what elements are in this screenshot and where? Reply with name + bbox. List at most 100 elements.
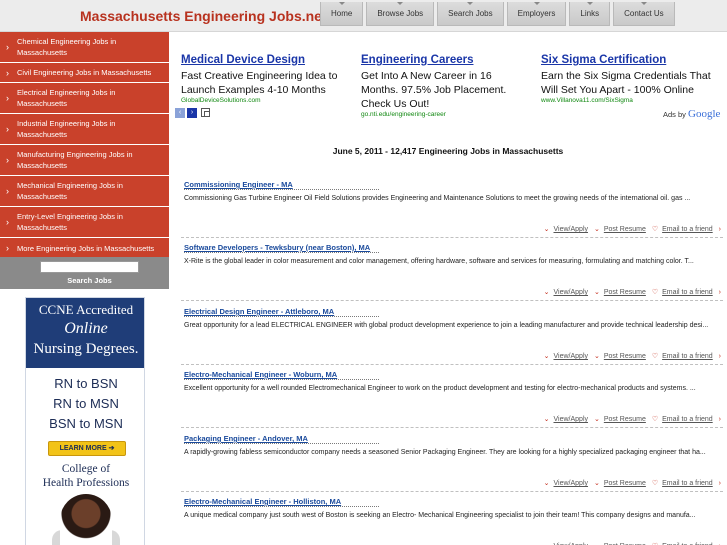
- sidebar-item-entry-level[interactable]: › Entry-Level Engineering Jobs in Massach…: [0, 207, 169, 238]
- email-friend-link[interactable]: Email to a friend: [662, 289, 713, 296]
- job-actions: ⌄ View/Apply ⌄ Post Resume ♡Email to a fri…: [540, 479, 721, 487]
- sidebar-item-civil[interactable]: › Civil Engineering Jobs in Massachusetts: [0, 63, 169, 83]
- sidebar: › Chemical Engineering Jobs in Massachuse…: [0, 32, 169, 545]
- text-ad-bar: Medical Device Design Fast Creative Engi…: [169, 44, 727, 120]
- ad-url[interactable]: go.nti.edu/engineering-career: [361, 111, 531, 118]
- ad-text: Fast Creative Engineering Idea to Launch…: [181, 70, 338, 96]
- title-divider: [184, 316, 379, 317]
- ad-header: CCNE Accredited Online Nursing Degrees.: [26, 298, 144, 368]
- sidebar-item-label: Civil Engineering Jobs in Massachusetts: [17, 68, 152, 77]
- ad-next-arrow-icon[interactable]: ›: [187, 108, 197, 118]
- ad-text: Earn the Six Sigma Credentials That Will…: [541, 70, 711, 96]
- learn-more-button[interactable]: LEARN MORE ➔: [48, 441, 126, 456]
- ad-degree: RN to MSN: [53, 396, 119, 411]
- chevron-down-icon: ⌄: [543, 353, 550, 360]
- site-title[interactable]: Massachusetts Engineering Jobs.net: [80, 8, 327, 24]
- title-divider: [184, 443, 379, 444]
- job-actions: ⌄ View/Apply ⌄ Post Resume ♡Email to a fri…: [540, 415, 721, 423]
- text-ad[interactable]: Engineering Careers Get Into A New Caree…: [361, 54, 531, 118]
- heart-icon: ♡: [651, 226, 659, 233]
- listing-separator: [181, 491, 723, 492]
- post-resume-link[interactable]: Post Resume: [604, 480, 646, 487]
- sidebar-search: Search Jobs: [0, 257, 169, 289]
- post-resume-link[interactable]: Post Resume: [604, 289, 646, 296]
- nursing-ad-banner[interactable]: CCNE Accredited Online Nursing Degrees. …: [25, 297, 145, 545]
- top-nav: Home Browse Jobs Search Jobs Employers L…: [320, 2, 678, 26]
- ad-url[interactable]: GlobalDeviceSolutions.com: [181, 97, 351, 104]
- ad-degree: RN to BSN: [54, 376, 118, 391]
- sidebar-item-chemical[interactable]: › Chemical Engineering Jobs in Massachuse…: [0, 32, 169, 63]
- sidebar-item-label: Chemical Engineering Jobs in Massachuset…: [17, 37, 117, 57]
- chevron-right-icon: ›: [718, 226, 721, 233]
- nav-tab-label: Search Jobs: [448, 9, 493, 18]
- ads-by-google[interactable]: Ads by Google: [663, 108, 720, 120]
- search-jobs-button[interactable]: Search Jobs: [40, 275, 139, 287]
- nav-tab-contact-us[interactable]: Contact Us: [613, 2, 675, 26]
- ad-college-line: Health Professions: [42, 477, 130, 489]
- listing-separator: [181, 427, 723, 428]
- ad-options-icon[interactable]: [201, 108, 210, 117]
- view-apply-link[interactable]: View/Apply: [554, 480, 589, 487]
- title-divider: [184, 189, 379, 190]
- sidebar-item-label: Electrical Engineering Jobs in Massachus…: [17, 88, 116, 108]
- chevron-right-icon: ›: [6, 67, 9, 78]
- ad-title[interactable]: Engineering Careers: [361, 54, 531, 66]
- post-resume-link[interactable]: Post Resume: [604, 416, 646, 423]
- email-friend-link[interactable]: Email to a friend: [662, 353, 713, 360]
- ad-title[interactable]: Six Sigma Certification: [541, 54, 711, 66]
- search-input[interactable]: [40, 261, 139, 273]
- nav-tab-browse-jobs[interactable]: Browse Jobs: [366, 2, 435, 26]
- chevron-right-icon: ›: [6, 93, 9, 103]
- chevron-right-icon: ›: [6, 243, 9, 253]
- view-apply-link[interactable]: View/Apply: [554, 289, 589, 296]
- title-divider: [184, 252, 379, 253]
- chevron-right-icon: ›: [6, 186, 9, 196]
- ad-prev-arrow-icon[interactable]: ‹: [175, 108, 185, 118]
- ad-line: Online: [64, 320, 108, 337]
- chevron-down-icon: ⌄: [543, 416, 550, 423]
- view-apply-link[interactable]: View/Apply: [554, 416, 589, 423]
- title-divider: [184, 379, 379, 380]
- ad-url[interactable]: www.Villanova11.com/SixSigma: [541, 97, 711, 104]
- sidebar-item-industrial[interactable]: › Industrial Engineering Jobs in Massachu…: [0, 114, 169, 145]
- chevron-right-icon: ›: [6, 124, 9, 134]
- ad-title[interactable]: Medical Device Design: [181, 54, 351, 66]
- sidebar-item-mechanical[interactable]: › Mechanical Engineering Jobs in Massachu…: [0, 176, 169, 207]
- sidebar-item-more[interactable]: › More Engineering Jobs in Massachusetts: [0, 238, 169, 259]
- nav-arrow-icon: [640, 2, 647, 5]
- nav-tab-employers[interactable]: Employers: [506, 2, 567, 26]
- job-title-link[interactable]: Electro-Mechanical Engineer - Holliston,…: [184, 497, 341, 506]
- chevron-right-icon: ›: [718, 353, 721, 360]
- heart-icon: ♡: [651, 353, 659, 360]
- sidebar-item-electrical[interactable]: › Electrical Engineering Jobs in Massachu…: [0, 83, 169, 114]
- nav-tab-label: Home: [331, 9, 353, 18]
- post-resume-link[interactable]: Post Resume: [604, 353, 646, 360]
- nav-tab-links[interactable]: Links: [569, 2, 611, 26]
- sidebar-item-label: Mechanical Engineering Jobs in Massachus…: [17, 181, 123, 201]
- job-title-link[interactable]: Packaging Engineer - Andover, MA: [184, 434, 308, 443]
- view-apply-link[interactable]: View/Apply: [554, 226, 589, 233]
- chevron-down-icon: ⌄: [593, 289, 600, 296]
- text-ad[interactable]: Medical Device Design Fast Creative Engi…: [181, 54, 351, 104]
- sidebar-item-label: More Engineering Jobs in Massachusetts: [17, 243, 155, 253]
- job-title-link[interactable]: Commissioning Engineer - MA: [184, 180, 293, 189]
- nav-tab-home[interactable]: Home: [320, 2, 364, 26]
- email-friend-link[interactable]: Email to a friend: [662, 226, 713, 233]
- listing-separator: [181, 364, 723, 365]
- job-description: X-Rite is the global leader in color mea…: [184, 258, 694, 265]
- view-apply-link[interactable]: View/Apply: [554, 353, 589, 360]
- nav-tab-search-jobs[interactable]: Search Jobs: [437, 2, 504, 26]
- email-friend-link[interactable]: Email to a friend: [662, 416, 713, 423]
- nav-arrow-icon: [397, 2, 404, 5]
- chevron-down-icon: ⌄: [593, 226, 600, 233]
- nav-tab-label: Browse Jobs: [377, 9, 424, 18]
- job-title-link[interactable]: Software Developers - Tewksbury (near Bo…: [184, 243, 370, 252]
- job-description: Commissioning Gas Turbine Engineer Oil F…: [184, 195, 691, 202]
- email-friend-link[interactable]: Email to a friend: [662, 480, 713, 487]
- job-title-link[interactable]: Electrical Design Engineer - Attleboro, …: [184, 307, 334, 316]
- job-title-link[interactable]: Electro-Mechanical Engineer - Woburn, MA: [184, 370, 337, 379]
- job-listing: Electrical Design Engineer - Attleboro, …: [184, 307, 721, 367]
- sidebar-item-manufacturing[interactable]: › Manufacturing Engineering Jobs in Massa…: [0, 145, 169, 176]
- sidebar-item-label: Industrial Engineering Jobs in Massachus…: [17, 119, 116, 139]
- post-resume-link[interactable]: Post Resume: [604, 226, 646, 233]
